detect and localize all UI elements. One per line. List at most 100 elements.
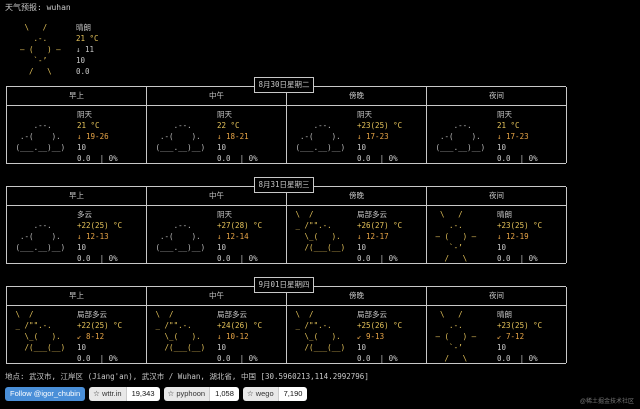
visibility: 10 xyxy=(357,143,367,152)
precipitation: 0.0 | 0% xyxy=(357,254,398,263)
wind-speed: ↓ 12-19 xyxy=(497,232,529,241)
partly-cloudy-icon: \ / _ /"".-. \_( ). /(___(__) xyxy=(295,210,346,252)
cloud-icon: .--. .-( ). (___.__)__) xyxy=(15,121,66,152)
forecast-info: 局部多云 +26(27) °C ↓ 12-17 10 0.0 | 0% xyxy=(357,209,427,264)
period-label: 夜间 xyxy=(427,87,567,105)
temperature: +26(27) °C xyxy=(357,221,403,230)
condition-text: 晴朗 xyxy=(497,310,512,319)
forecast-cells-row: \ / _ /"".-. \_( ). /(___(__) 局部多云 +22(25… xyxy=(6,305,567,364)
period-label: 夜间 xyxy=(427,287,567,305)
visibility: 10 xyxy=(357,243,367,252)
wind-speed: ↓ 12-14 xyxy=(217,232,249,241)
current-condition: 晴朗 xyxy=(76,23,91,32)
wind-speed: ↓ 10-12 xyxy=(217,332,249,341)
badge-label: ☆ wego xyxy=(242,387,278,401)
forecast-cell: .--. .-( ). (___.__)__) 多云 +22(25) °C ↓ 1… xyxy=(7,205,147,263)
forecast-cell: .--. .-( ). (___.__)__) 阴天 21 °C ↓ 19-26 … xyxy=(7,105,147,163)
wind-speed: ↙ 8-12 xyxy=(77,332,105,341)
precipitation: 0.0 | 0% xyxy=(77,254,118,263)
temperature: +22(25) °C xyxy=(77,221,123,230)
wind-speed: ↙ 7-12 xyxy=(497,332,525,341)
date-label: 9月01日星期四 xyxy=(254,277,314,293)
precipitation: 0.0 | 0% xyxy=(497,254,538,263)
visibility: 10 xyxy=(497,243,507,252)
temperature: +24(26) °C xyxy=(217,321,263,330)
temperature: 22 °C xyxy=(217,121,240,130)
wego-star-badge[interactable]: ☆ wego 7,190 xyxy=(242,387,308,401)
temperature: +23(25) °C xyxy=(497,321,543,330)
wind-speed: ↓ 17-23 xyxy=(497,132,529,141)
period-label: 早上 xyxy=(7,87,147,105)
sun-icon: \ / .-. ― ( ) ― `-’ / \ xyxy=(20,23,61,76)
forecast-cell: .--. .-( ). (___.__)__) 阴天 +23(25) °C ↓ 1… xyxy=(287,105,427,163)
condition-text: 局部多云 xyxy=(357,210,387,219)
period-label: 早上 xyxy=(7,287,147,305)
temperature: 21 °C xyxy=(77,121,100,130)
wind-speed: ↓ 19-26 xyxy=(77,132,109,141)
visibility: 10 xyxy=(357,343,367,352)
follow-button[interactable]: Follow @igor_chubin xyxy=(5,387,86,401)
forecast-cell: .--. .-( ). (___.__)__) 阴天 +27(28) °C ↓ 1… xyxy=(147,205,287,263)
temperature: +27(28) °C xyxy=(217,221,263,230)
visibility: 10 xyxy=(217,243,227,252)
precipitation: 0.0 | 0% xyxy=(77,154,118,163)
condition-text: 局部多云 xyxy=(77,310,107,319)
temperature: +22(25) °C xyxy=(77,321,123,330)
current-visibility: 10 xyxy=(76,56,86,65)
current-wind: ↓ 11 xyxy=(76,45,95,54)
visibility: 10 xyxy=(77,343,87,352)
wttr-star-badge[interactable]: ☆ wttr.in 19,343 xyxy=(89,387,160,401)
page-title: 天气预报: wuhan xyxy=(5,3,71,12)
badge-row: Follow @igor_chubin ☆ wttr.in 19,343 ☆ p… xyxy=(5,387,308,401)
condition-text: 阴天 xyxy=(77,110,92,119)
forecast-info: 局部多云 +24(26) °C ↓ 10-12 10 0.0 | 0% xyxy=(217,309,287,364)
forecast-info: 阴天 +23(25) °C ↓ 17-23 10 0.0 | 0% xyxy=(357,109,427,164)
sun-icon: \ / .-. ― ( ) ― `-’ / \ xyxy=(435,210,477,263)
temperature: 21 °C xyxy=(497,121,520,130)
condition-text: 阴天 xyxy=(357,110,372,119)
visibility: 10 xyxy=(77,243,87,252)
current-temp: 21 °C xyxy=(76,34,99,43)
forecast-cell: \ / _ /"".-. \_( ). /(___(__) 局部多云 +22(25… xyxy=(7,305,147,363)
precipitation: 0.0 | 0% xyxy=(217,154,258,163)
condition-text: 多云 xyxy=(77,210,92,219)
condition-text: 局部多云 xyxy=(217,310,247,319)
forecast-info: 局部多云 +25(26) °C ↙ 9-13 10 0.0 | 0% xyxy=(357,309,427,364)
badge-count: 7,190 xyxy=(277,387,308,401)
cloud-icon: .--. .-( ). (___.__)__) xyxy=(155,221,206,252)
date-label: 8月31日星期三 xyxy=(254,177,314,193)
forecast-cell: \ / .-. ― ( ) ― `-’ / \ 晴朗 +23(25) °C ↙ 7… xyxy=(427,305,567,363)
condition-text: 阴天 xyxy=(497,110,512,119)
wind-speed: ↓ 17-23 xyxy=(357,132,389,141)
pyphoon-star-badge[interactable]: ☆ pyphoon 1,058 xyxy=(163,387,239,401)
condition-text: 阴天 xyxy=(217,110,232,119)
forecast-cell: \ / _ /"".-. \_( ). /(___(__) 局部多云 +26(27… xyxy=(287,205,427,263)
forecast-cell: .--. .-( ). (___.__)__) 阴天 21 °C ↓ 17-23 … xyxy=(427,105,567,163)
precipitation: 0.0 | 0% xyxy=(217,254,258,263)
forecast-cell: \ / _ /"".-. \_( ). /(___(__) 局部多云 +24(26… xyxy=(147,305,287,363)
temperature: +25(26) °C xyxy=(357,321,403,330)
cloud-icon: .--. .-( ). (___.__)__) xyxy=(155,121,206,152)
visibility: 10 xyxy=(77,143,87,152)
condition-text: 晴朗 xyxy=(497,210,512,219)
temperature: +23(25) °C xyxy=(497,221,543,230)
partly-cloudy-icon: \ / _ /"".-. \_( ). /(___(__) xyxy=(15,310,66,352)
forecast-info: 阴天 22 °C ↓ 18-21 10 0.0 | 0% xyxy=(217,109,287,164)
cloud-icon: .--. .-( ). (___.__)__) xyxy=(295,121,346,152)
forecast-cell: .--. .-( ). (___.__)__) 阴天 22 °C ↓ 18-21 … xyxy=(147,105,287,163)
cloud-icon: .--. .-( ). (___.__)__) xyxy=(435,121,486,152)
forecast-info: 阴天 21 °C ↓ 17-23 10 0.0 | 0% xyxy=(497,109,567,164)
location-text: 地点: 武汉市, 江岸区 (Jiang'an), 武汉市 / Wuhan, 湖北… xyxy=(5,372,369,381)
partly-cloudy-icon: \ / _ /"".-. \_( ). /(___(__) xyxy=(155,310,206,352)
visibility: 10 xyxy=(217,343,227,352)
forecast-info: 晴朗 +23(25) °C ↙ 7-12 10 0.0 | 0% xyxy=(497,309,567,364)
badge-label: ☆ pyphoon xyxy=(163,387,210,401)
wind-speed: ↓ 12-17 xyxy=(357,232,389,241)
cloud-icon: .--. .-( ). (___.__)__) xyxy=(15,221,66,252)
wind-speed: ↓ 18-21 xyxy=(217,132,249,141)
forecast-info: 晴朗 +23(25) °C ↓ 12-19 10 0.0 | 0% xyxy=(497,209,567,264)
precipitation: 0.0 | 0% xyxy=(497,154,538,163)
sun-icon: \ / .-. ― ( ) ― `-’ / \ xyxy=(435,310,477,363)
wind-speed: ↓ 12-13 xyxy=(77,232,109,241)
forecast-cells-row: .--. .-( ). (___.__)__) 阴天 21 °C ↓ 19-26 … xyxy=(6,105,567,164)
